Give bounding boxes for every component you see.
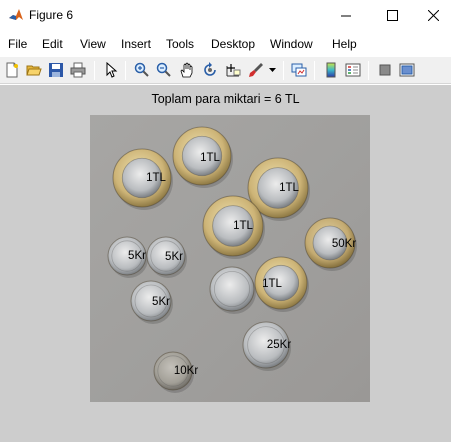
chevron-down-icon [268,67,276,73]
show-plot-tools-button[interactable] [397,60,417,80]
menu-bar: File Edit View Insert Tools Desktop Wind… [0,31,451,57]
pointer-icon [103,62,119,78]
menu-tools[interactable]: Tools [166,37,194,51]
new-figure-icon [4,62,20,78]
rotate-3d-button[interactable] [200,60,220,80]
window-title: Figure 6 [29,8,74,22]
save-icon [48,62,64,78]
coin-label: 10Kr [173,365,199,377]
coin-unlabeled [209,266,256,314]
menu-insert[interactable]: Insert [121,37,151,51]
zoom-in-icon [134,62,150,78]
pointer-button[interactable] [101,60,121,80]
brush-icon [248,62,264,78]
menu-help[interactable]: Help [332,37,357,51]
toolbar-separator [125,61,126,80]
legend-icon [345,62,361,78]
coin-image-axes[interactable]: 1TL 1TL 1TL 1TL 50Kr 5Kr 5Kr 1TL 5Kr 25Kr 10Kr [90,115,370,402]
link-plot-icon [291,62,307,78]
menu-file[interactable]: File [8,37,27,51]
close-icon [427,10,439,21]
coin-label: 1TL [200,152,220,164]
open-file-button[interactable] [24,60,44,80]
toolbar-separator [283,61,284,80]
zoom-in-button[interactable] [132,60,152,80]
coin-label: 50Kr [331,238,357,250]
zoom-out-button[interactable] [154,60,174,80]
figure-title: Toplam para miktari = 6 TL [151,92,300,106]
print-button[interactable] [68,60,88,80]
maximize-button[interactable] [369,0,415,31]
maximize-icon [386,10,398,21]
save-button[interactable] [46,60,66,80]
matlab-icon [8,7,24,23]
show-plot-tools-icon [399,62,415,78]
link-plot-button[interactable] [289,60,309,80]
coin-label: 5Kr [128,250,146,262]
brush-button[interactable] [246,60,266,80]
colorbar-icon [323,62,339,78]
pan-button[interactable] [177,60,197,80]
legend-button[interactable] [343,60,363,80]
new-figure-button[interactable] [2,60,22,80]
rotate-3d-icon [202,62,218,78]
data-cursor-button[interactable] [223,60,243,80]
hide-plot-tools-icon [377,62,393,78]
print-icon [70,62,86,78]
brush-dropdown-button[interactable] [266,60,278,80]
menu-edit[interactable]: Edit [42,37,63,51]
window-titlebar[interactable]: Figure 6 [0,0,451,31]
coin-label: 5Kr [152,296,170,308]
menu-desktop[interactable]: Desktop [211,37,255,51]
coin-label: 5Kr [165,251,183,263]
toolbar-separator [94,61,95,80]
coin-label: 1TL [279,182,299,194]
colorbar-button[interactable] [321,60,341,80]
pan-hand-icon [179,62,195,78]
hide-plot-tools-button[interactable] [375,60,395,80]
toolbar-separator [368,61,369,80]
menu-view[interactable]: View [80,37,106,51]
coin-label: 1TL [233,220,253,232]
figure-toolbar [0,57,451,84]
open-file-icon [26,62,42,78]
data-cursor-icon [225,62,241,78]
coin-label: 1TL [146,172,166,184]
toolbar-separator [314,61,315,80]
close-button[interactable] [415,0,451,31]
figure-canvas[interactable]: Toplam para miktari = 6 TL 1TL 1TL 1TL 1… [0,85,451,442]
coin-label: 25Kr [266,339,292,351]
menu-window[interactable]: Window [270,37,313,51]
minimize-icon [340,10,352,21]
minimize-button[interactable] [323,0,369,31]
zoom-out-icon [156,62,172,78]
coin-label: 1TL [262,278,282,290]
